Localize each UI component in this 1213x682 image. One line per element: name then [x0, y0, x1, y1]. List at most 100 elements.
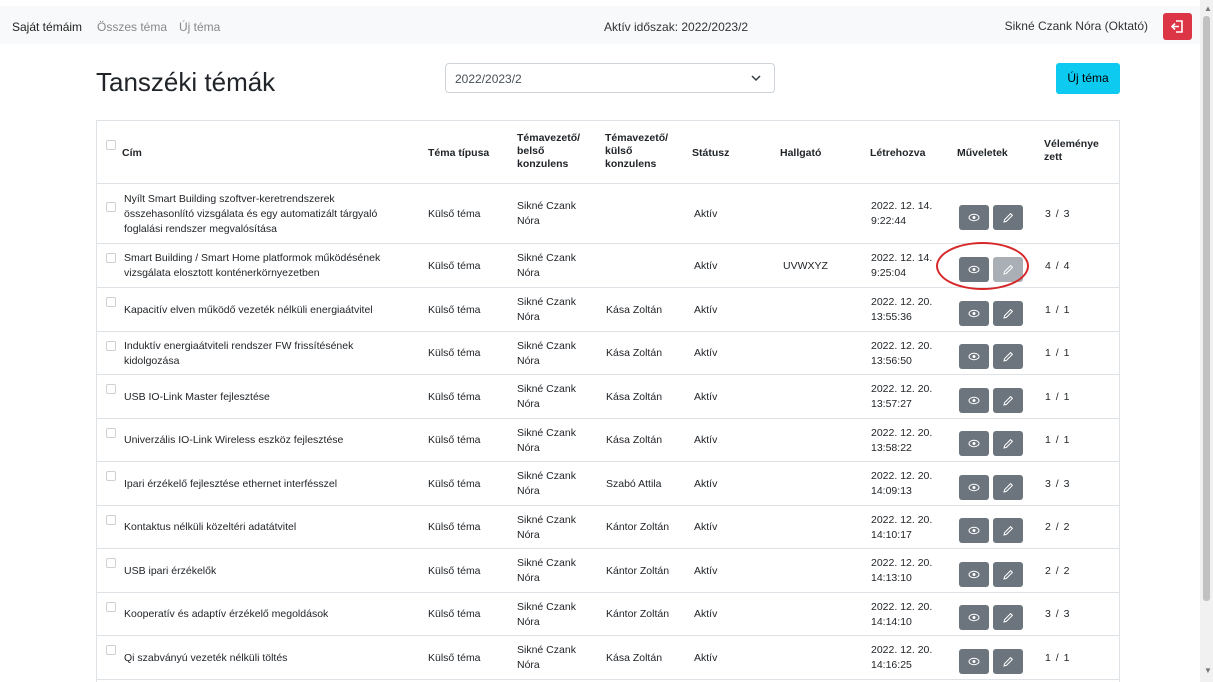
- edit-button[interactable]: [993, 431, 1023, 456]
- view-button[interactable]: [959, 344, 989, 369]
- col-header-internal[interactable]: Témavezető/ belső konzulens: [517, 132, 580, 171]
- row-status: Aktív: [694, 565, 718, 577]
- view-button[interactable]: [959, 649, 989, 674]
- row-created-time: 13:55:36: [871, 311, 912, 323]
- row-checkbox[interactable]: [106, 471, 116, 481]
- col-header-status[interactable]: Státusz: [692, 147, 729, 160]
- row-created-date: 2022. 12. 20.: [871, 340, 933, 352]
- view-button[interactable]: [959, 518, 989, 543]
- row-checkbox[interactable]: [106, 297, 116, 307]
- row-title[interactable]: Induktív energiaátviteli rendszer FW fri…: [124, 339, 353, 369]
- row-status: Aktív: [694, 478, 718, 490]
- view-button[interactable]: [959, 562, 989, 587]
- highlight-annotation: [936, 242, 1029, 290]
- row-created-time: 9:22:44: [871, 215, 907, 227]
- edit-button[interactable]: [993, 649, 1023, 674]
- scroll-up-icon[interactable]: ▲: [1204, 4, 1212, 13]
- col-header-internal-line: Témavezető/: [517, 132, 581, 144]
- row-title-line: Smart Building / Smart Home platformok m…: [124, 252, 381, 264]
- nav-new-topic[interactable]: Új téma: [179, 20, 220, 34]
- row-internal-line: Sikné Czank: [517, 427, 576, 439]
- row-title[interactable]: Univerzális IO-Link Wireless eszköz fejl…: [124, 433, 343, 448]
- row-title[interactable]: Kontaktus nélküli közeltéri adatátvitel: [124, 520, 296, 535]
- row-reviewed: 3 / 3: [1045, 478, 1071, 490]
- col-header-created[interactable]: Létrehozva: [870, 147, 925, 160]
- scrollbar-thumb[interactable]: [1203, 16, 1210, 601]
- view-button[interactable]: [959, 388, 989, 413]
- row-internal-supervisor: Sikné Czank Nóra: [517, 382, 576, 412]
- edit-button[interactable]: [993, 344, 1023, 369]
- row-reviewed: 1 / 1: [1045, 652, 1071, 664]
- row-created-date: 2022. 12. 20.: [871, 557, 933, 569]
- row-checkbox[interactable]: [106, 341, 116, 351]
- row-title[interactable]: Ipari érzékelő fejlesztése ethernet inte…: [124, 477, 337, 492]
- scroll-down-icon[interactable]: ▼: [1204, 666, 1212, 675]
- user-name[interactable]: Sikné Czank Nóra (Oktató): [1005, 19, 1148, 33]
- row-title[interactable]: USB IO-Link Master fejlesztése: [124, 390, 270, 405]
- row-checkbox[interactable]: [106, 428, 116, 438]
- row-title[interactable]: USB ipari érzékelők: [124, 564, 216, 579]
- select-all-checkbox[interactable]: [106, 140, 116, 150]
- row-checkbox[interactable]: [106, 558, 116, 568]
- logout-button[interactable]: [1163, 13, 1192, 40]
- row-status: Aktív: [694, 521, 718, 533]
- row-title[interactable]: Smart Building / Smart Home platformok m…: [124, 251, 380, 281]
- row-reviewed: 3 / 3: [1045, 208, 1071, 220]
- row-created-date: 2022. 12. 20.: [871, 427, 933, 439]
- period-select[interactable]: 2022/2023/2: [445, 63, 775, 93]
- edit-button[interactable]: [993, 205, 1023, 230]
- row-title-line: USB ipari érzékelők: [124, 565, 217, 577]
- edit-button[interactable]: [993, 388, 1023, 413]
- row-checkbox[interactable]: [106, 384, 116, 394]
- row-checkbox[interactable]: [106, 515, 116, 525]
- edit-button[interactable]: [993, 562, 1023, 587]
- col-header-type[interactable]: Téma típusa: [428, 147, 489, 160]
- row-status: Aktív: [694, 434, 718, 446]
- edit-button[interactable]: [993, 301, 1023, 326]
- row-checkbox[interactable]: [106, 253, 116, 263]
- row-created: 2022. 12. 20. 14:14:10: [871, 600, 932, 630]
- nav-all-topics[interactable]: Összes téma: [97, 20, 167, 34]
- col-header-reviewed[interactable]: Véleménye zett: [1044, 138, 1099, 164]
- row-external-supervisor: Kása Zoltán: [606, 391, 663, 403]
- row-title-line: Univerzális IO-Link Wireless eszköz fejl…: [124, 434, 344, 446]
- table-row: Kooperatív és adaptív érzékelő megoldáso…: [97, 593, 1119, 636]
- col-header-student[interactable]: Hallgató: [780, 147, 821, 160]
- row-checkbox[interactable]: [106, 202, 116, 212]
- row-reviewed: 4 / 4: [1045, 260, 1071, 272]
- row-type: Külső téma: [428, 260, 481, 272]
- view-button[interactable]: [959, 431, 989, 456]
- row-title[interactable]: Kooperatív és adaptív érzékelő megoldáso…: [124, 607, 328, 622]
- table-row: Induktív energiaátviteli rendszer FW fri…: [97, 332, 1119, 375]
- row-title[interactable]: Nyílt Smart Building szoftver-keretrends…: [124, 192, 377, 237]
- row-internal-supervisor: Sikné Czank Nóra: [517, 339, 576, 369]
- view-button[interactable]: [959, 475, 989, 500]
- row-external-supervisor: Kántor Zoltán: [606, 565, 670, 577]
- row-type: Külső téma: [428, 208, 481, 220]
- col-header-reviewed-line: Véleménye: [1044, 138, 1099, 150]
- row-created: 2022. 12. 20. 14:16:25: [871, 643, 932, 673]
- row-created-time: 14:13:10: [871, 572, 912, 584]
- row-created-date: 2022. 12. 20.: [871, 644, 933, 656]
- edit-button[interactable]: [993, 518, 1023, 543]
- col-header-internal-line: konzulens: [517, 158, 569, 170]
- row-title[interactable]: Kapacitív elven működő vezeték nélküli e…: [124, 303, 373, 318]
- edit-button[interactable]: [993, 605, 1023, 630]
- row-internal-line: Sikné Czank: [517, 340, 576, 352]
- row-checkbox[interactable]: [106, 645, 116, 655]
- view-button[interactable]: [959, 205, 989, 230]
- view-button[interactable]: [959, 605, 989, 630]
- page-title: Tanszéki témák: [96, 67, 276, 97]
- view-button[interactable]: [959, 301, 989, 326]
- row-created: 2022. 12. 20. 14:10:17: [871, 513, 932, 543]
- row-internal-line: Nóra: [517, 215, 540, 227]
- new-topic-button[interactable]: Új téma: [1056, 63, 1120, 94]
- col-header-external[interactable]: Témavezető/ külső konzulens: [605, 132, 668, 171]
- row-title[interactable]: Qi szabványú vezeték nélküli töltés: [124, 651, 287, 666]
- col-header-title[interactable]: Cím: [122, 147, 142, 160]
- row-checkbox[interactable]: [106, 602, 116, 612]
- row-external-supervisor: Kása Zoltán: [606, 347, 663, 359]
- edit-button[interactable]: [993, 475, 1023, 500]
- row-type: Külső téma: [428, 652, 481, 664]
- nav-my-topics[interactable]: Saját témáim: [12, 20, 82, 34]
